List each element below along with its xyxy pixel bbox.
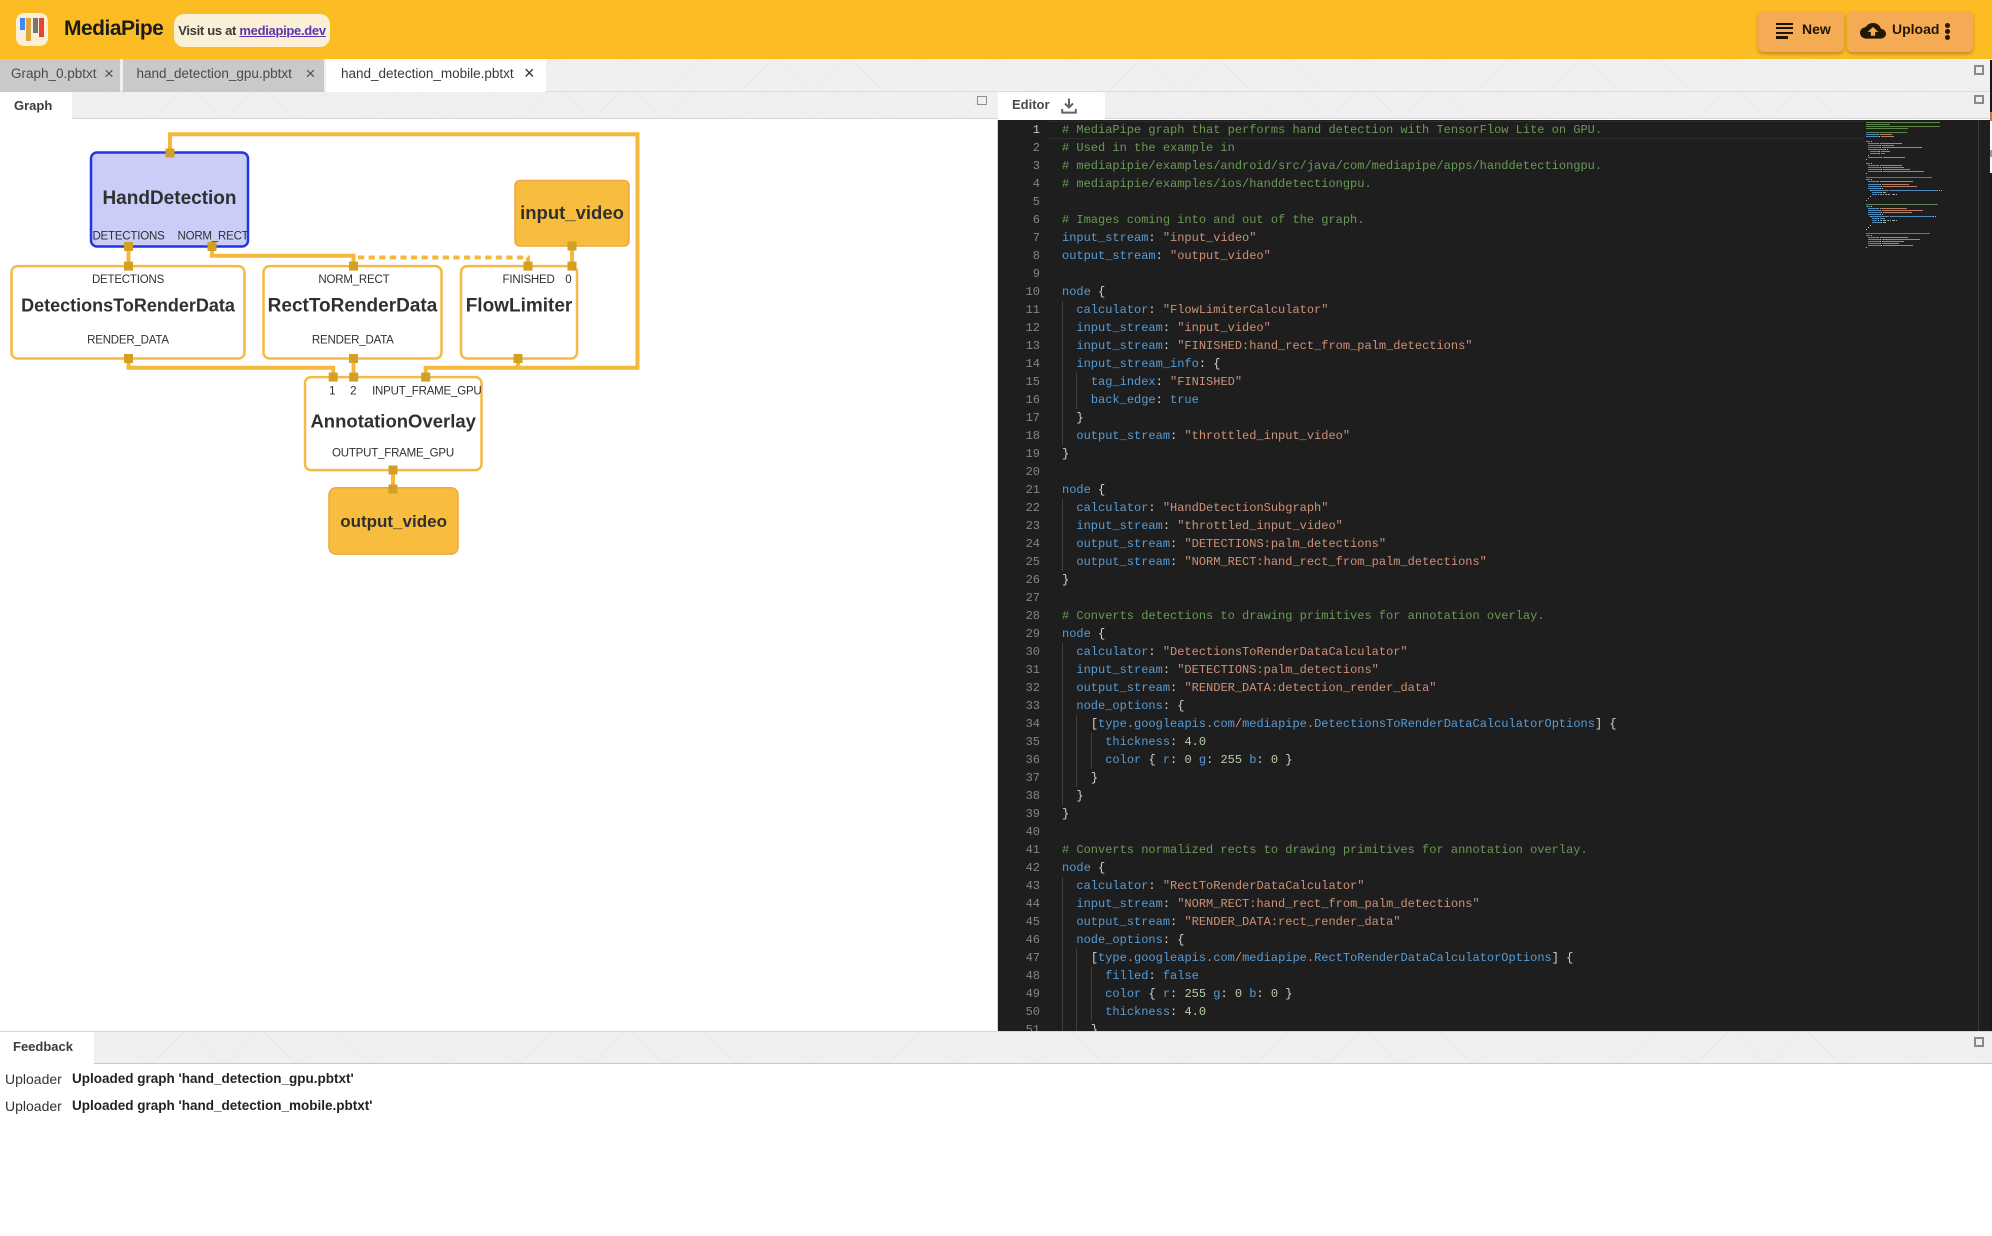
svg-text:0: 0 xyxy=(565,273,571,285)
svg-text:1: 1 xyxy=(329,385,335,397)
svg-text:DetectionsToRenderData: DetectionsToRenderData xyxy=(21,295,236,315)
svg-text:NORM_RECT: NORM_RECT xyxy=(318,273,389,285)
svg-text:RENDER_DATA: RENDER_DATA xyxy=(312,334,394,346)
svg-text:DETECTIONS: DETECTIONS xyxy=(92,230,165,242)
svg-text:FlowLimiter: FlowLimiter xyxy=(466,295,573,316)
svg-text:NORM_RECT: NORM_RECT xyxy=(177,230,248,242)
svg-text:DETECTIONS: DETECTIONS xyxy=(92,273,165,285)
svg-text:input_video: input_video xyxy=(520,202,624,223)
svg-text:output_video: output_video xyxy=(340,512,447,531)
svg-text:INPUT_FRAME_GPU: INPUT_FRAME_GPU xyxy=(372,385,481,397)
svg-text:2: 2 xyxy=(350,385,356,397)
svg-text:AnnotationOverlay: AnnotationOverlay xyxy=(310,410,476,431)
svg-text:OUTPUT_FRAME_GPU: OUTPUT_FRAME_GPU xyxy=(332,447,454,459)
svg-text:FINISHED: FINISHED xyxy=(503,273,555,285)
svg-text:HandDetection: HandDetection xyxy=(102,188,236,209)
svg-text:RectToRenderData: RectToRenderData xyxy=(268,295,438,316)
svg-text:RENDER_DATA: RENDER_DATA xyxy=(87,334,169,346)
